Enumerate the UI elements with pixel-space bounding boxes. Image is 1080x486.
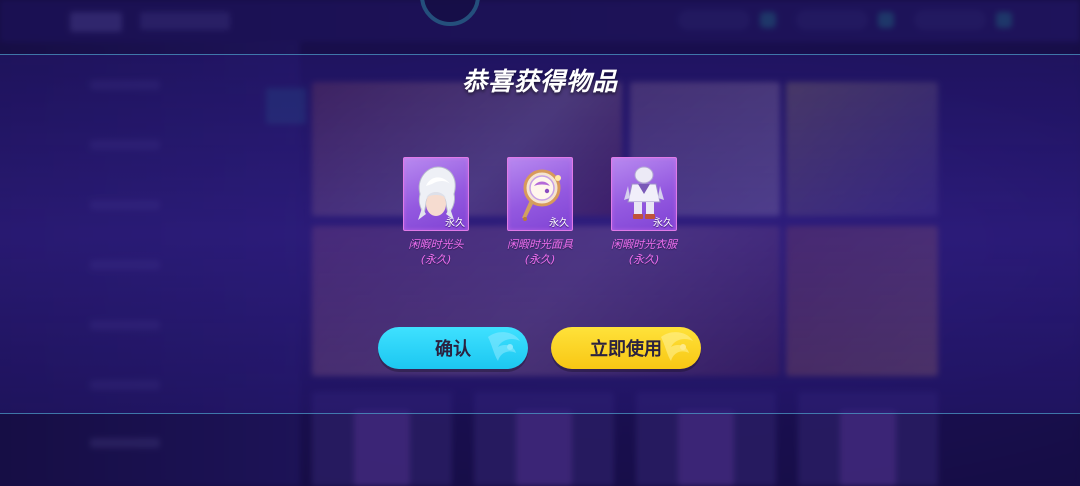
item-name: 闲暇时光面具 bbox=[507, 238, 573, 251]
reward-item-frame: 永久 bbox=[507, 157, 573, 231]
item-name: 闲暇时光衣服 bbox=[611, 238, 677, 251]
reward-item-outfit[interactable]: 永久 闲暇时光衣服 (永久) bbox=[592, 157, 696, 267]
reward-title: 恭喜获得物品 bbox=[461, 67, 618, 96]
confirm-button[interactable]: 确认 bbox=[378, 327, 528, 369]
use-now-button-label: 立即使用 bbox=[590, 339, 662, 360]
reward-item-mask[interactable]: 永久 闲暇时光面具 (永久) bbox=[488, 157, 592, 267]
confirm-button-label: 确认 bbox=[435, 339, 471, 360]
item-duration-badge: 永久 bbox=[653, 218, 673, 229]
item-duration-badge: 永久 bbox=[549, 218, 569, 229]
item-duration-badge: 永久 bbox=[445, 218, 465, 229]
item-duration: (永久) bbox=[524, 253, 556, 266]
wave-decoration-icon bbox=[661, 332, 693, 361]
wave-decoration-icon bbox=[488, 332, 520, 361]
item-duration: (永久) bbox=[420, 253, 452, 266]
item-name: 闲暇时光头 bbox=[408, 238, 464, 251]
reward-item-frame: 永久 bbox=[611, 157, 677, 231]
reward-item-frame: 永久 bbox=[403, 157, 469, 231]
reward-item-list: 永久 闲暇时光头 (永久) 永久 闲暇时光面具 (永久) 永久 闲暇时光衣服 (… bbox=[0, 157, 1080, 277]
reward-item-head[interactable]: 永久 闲暇时光头 (永久) bbox=[384, 157, 488, 267]
item-duration: (永久) bbox=[628, 253, 660, 266]
use-now-button[interactable]: 立即使用 bbox=[551, 327, 701, 369]
